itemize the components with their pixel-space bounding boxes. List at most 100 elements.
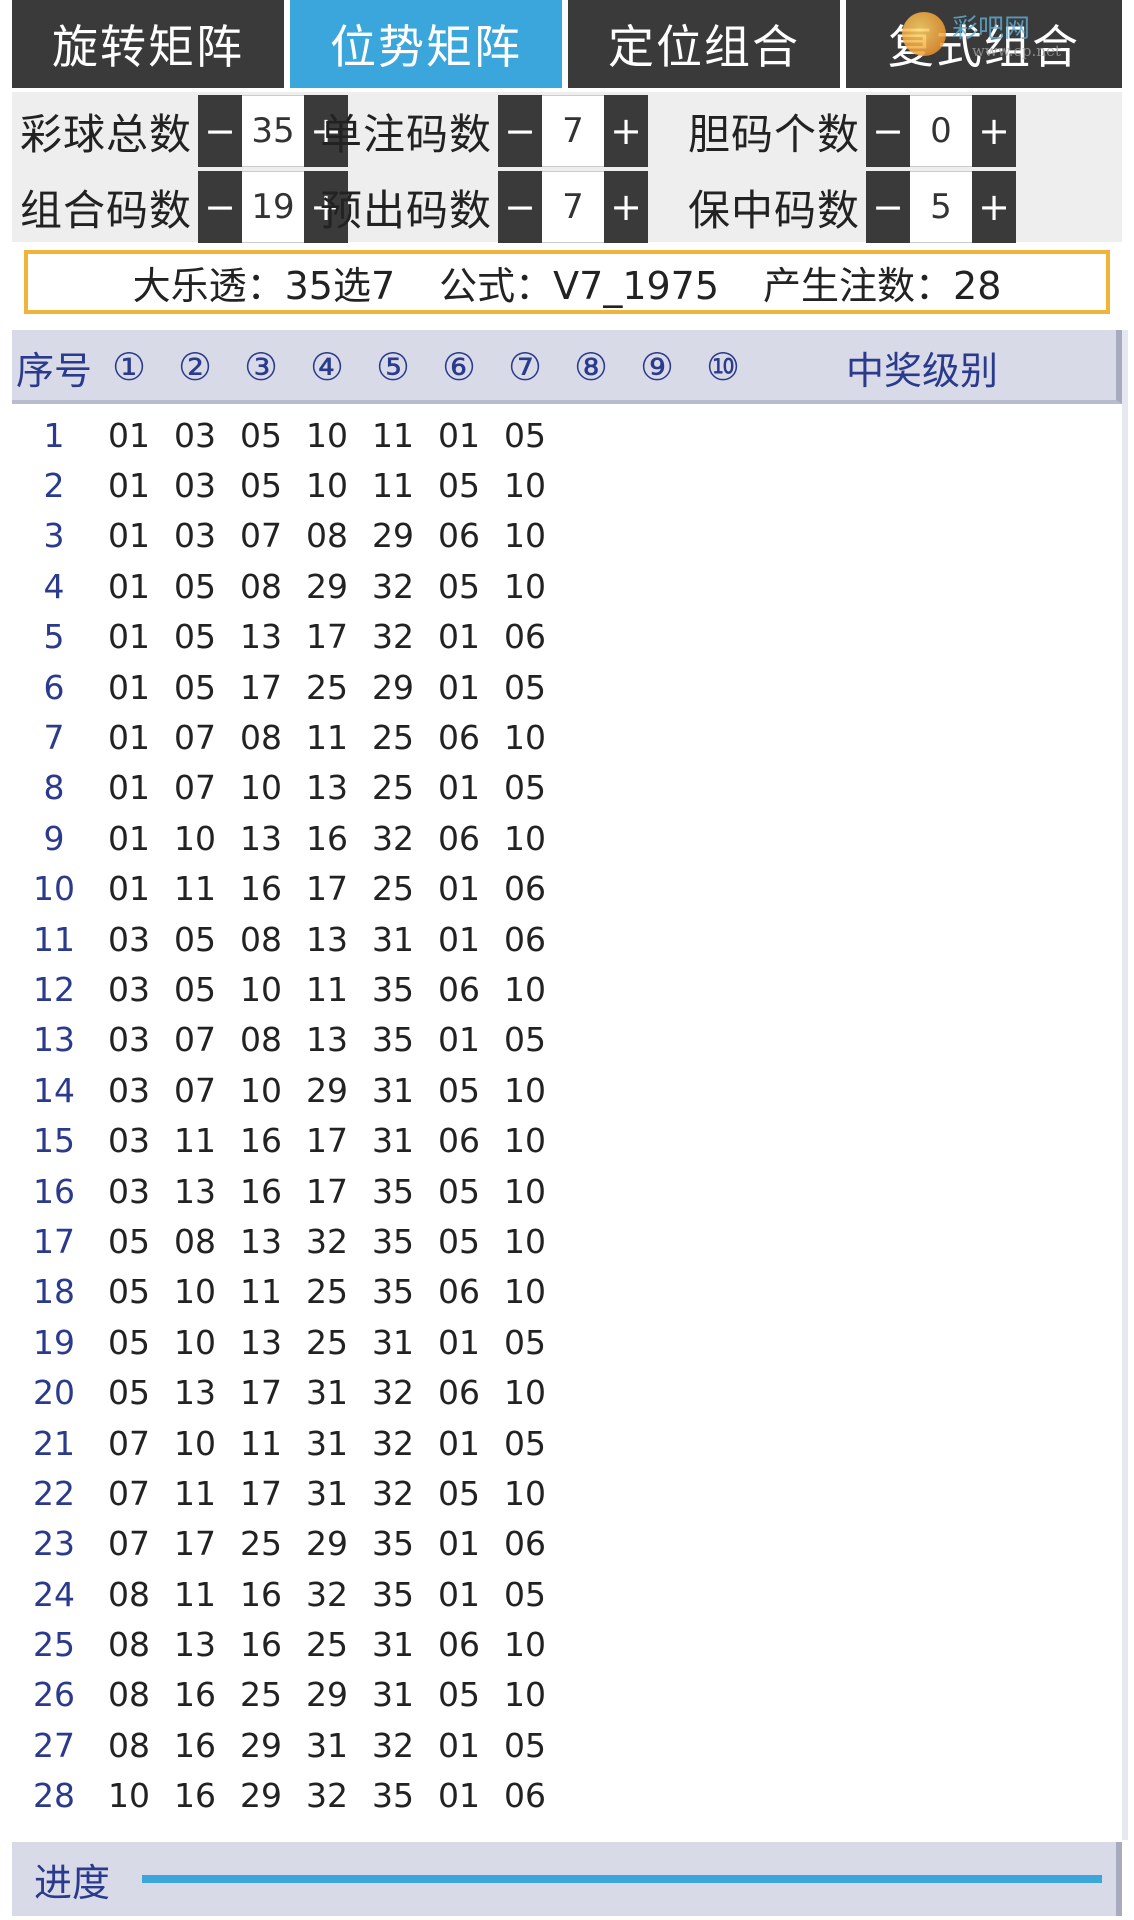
number-cell: 01 [438,415,480,455]
param-total-balls: 彩球总数 − 35 + [12,95,348,167]
row-index-cell: 25 [33,1625,75,1665]
tab-positional-combination[interactable]: 定位组合 [568,0,840,88]
param-label: 保中码数 [687,185,860,235]
number-cell: 29 [306,1524,348,1564]
number-cell: 07 [174,1020,216,1060]
number-cell: 29 [306,1675,348,1715]
progress-label: 进度 [34,1860,111,1905]
decrement-button[interactable]: − [198,171,242,243]
tab-position-matrix[interactable]: 位势矩阵 [290,0,562,88]
number-cell: 32 [306,1776,348,1816]
number-cell: 08 [240,566,282,606]
number-cell: 01 [438,1725,480,1765]
guarantee-count-input[interactable]: 5 [910,171,972,243]
header-col-4: ④ [309,345,345,389]
header-col-3: ③ [243,345,279,389]
number-cell: 35 [372,1272,414,1312]
increment-button[interactable]: + [604,95,648,167]
number-cell: 11 [174,869,216,909]
number-cell: 10 [504,1121,546,1161]
number-cell: 10 [504,1070,546,1110]
number-cell: 01 [438,1524,480,1564]
number-cell: 05 [504,1322,546,1362]
combination-count-input[interactable]: 19 [242,171,304,243]
decrement-button[interactable]: − [198,95,242,167]
number-cell: 01 [438,1020,480,1060]
table-header: 序号 ① ② ③ ④ ⑤ ⑥ ⑦ ⑧ ⑨ ⑩ 中奖级别 [12,330,1122,404]
number-cell: 25 [306,667,348,707]
number-cell: 32 [306,1574,348,1614]
row-index-cell: 15 [33,1121,75,1161]
decrement-button[interactable]: − [498,95,542,167]
number-cell: 01 [438,869,480,909]
expected-count-input[interactable]: 7 [542,171,604,243]
number-cell: 11 [174,1574,216,1614]
number-cell: 25 [372,869,414,909]
number-cell: 31 [306,1373,348,1413]
number-cell: 32 [372,617,414,657]
number-cell: 03 [108,969,150,1009]
increment-button[interactable]: + [604,171,648,243]
tab-rotation-matrix[interactable]: 旋转矩阵 [12,0,284,88]
tab-compound-combination[interactable]: 复式组合 [846,0,1122,88]
number-cell: 10 [504,718,546,758]
decrement-button[interactable]: − [866,171,910,243]
number-cell: 13 [240,1221,282,1261]
number-cell: 03 [174,466,216,506]
number-cell: 03 [108,1070,150,1110]
number-cell: 35 [372,969,414,1009]
number-cell: 06 [504,1776,546,1816]
number-cell: 35 [372,1221,414,1261]
row-index-cell: 18 [33,1272,75,1312]
number-cell: 31 [372,919,414,959]
number-cell: 06 [438,516,480,556]
table-row: 13 03 07 08 13 35 01 05 [12,1015,1122,1065]
row-index-cell: 11 [33,919,75,959]
progress-track [142,1875,1102,1883]
number-cell: 01 [108,718,150,758]
total-balls-input[interactable]: 35 [242,95,304,167]
number-cell: 05 [108,1272,150,1312]
number-cell: 05 [438,1221,480,1261]
table-row: 22 07 11 17 31 32 05 10 [12,1468,1122,1518]
row-index-cell: 8 [43,768,65,808]
number-cell: 25 [306,1322,348,1362]
number-cell: 10 [306,466,348,506]
row-index-cell: 13 [33,1020,75,1060]
number-cell: 10 [504,1272,546,1312]
settings-panel: 彩球总数 − 35 + 单注码数 − 7 + 胆码个数 − 0 + 组合码数 −… [12,92,1122,243]
number-cell: 07 [108,1423,150,1463]
header-index: 序号 [15,348,92,393]
number-cell: 16 [240,1171,282,1211]
number-cell: 31 [372,1675,414,1715]
increment-button[interactable]: + [972,95,1016,167]
single-bet-count-input[interactable]: 7 [542,95,604,167]
table-row: 19 05 10 13 25 31 01 05 [12,1317,1122,1367]
number-cell: 13 [306,919,348,959]
number-cell: 05 [504,1423,546,1463]
number-cell: 32 [372,818,414,858]
number-cell: 01 [438,768,480,808]
table-row: 3 01 03 07 08 29 06 10 [12,511,1122,561]
number-cell: 01 [438,919,480,959]
number-cell: 31 [372,1322,414,1362]
lottery-matrix-screen: 旋转矩阵 位势矩阵 定位组合 复式组合 彩吧网 www.cp.net 彩球总数 … [0,0,1134,1920]
number-cell: 11 [240,1423,282,1463]
number-cell: 11 [306,969,348,1009]
number-cell: 05 [174,566,216,606]
table-row: 1 01 03 05 10 11 01 05 [12,410,1122,460]
table-row: 7 01 07 08 11 25 06 10 [12,712,1122,762]
decrement-button[interactable]: − [866,95,910,167]
number-cell: 32 [372,1725,414,1765]
banker-count-stepper: − 0 + [866,95,1016,167]
number-cell: 13 [240,617,282,657]
table-row: 16 03 13 16 17 35 05 10 [12,1166,1122,1216]
decrement-button[interactable]: − [498,171,542,243]
number-cell: 03 [174,516,216,556]
banker-count-input[interactable]: 0 [910,95,972,167]
table-row: 24 08 11 16 32 35 01 05 [12,1569,1122,1619]
increment-button[interactable]: + [972,171,1016,243]
table-row: 26 08 16 25 29 31 05 10 [12,1670,1122,1720]
row-index-cell: 17 [33,1221,75,1261]
number-cell: 35 [372,1020,414,1060]
